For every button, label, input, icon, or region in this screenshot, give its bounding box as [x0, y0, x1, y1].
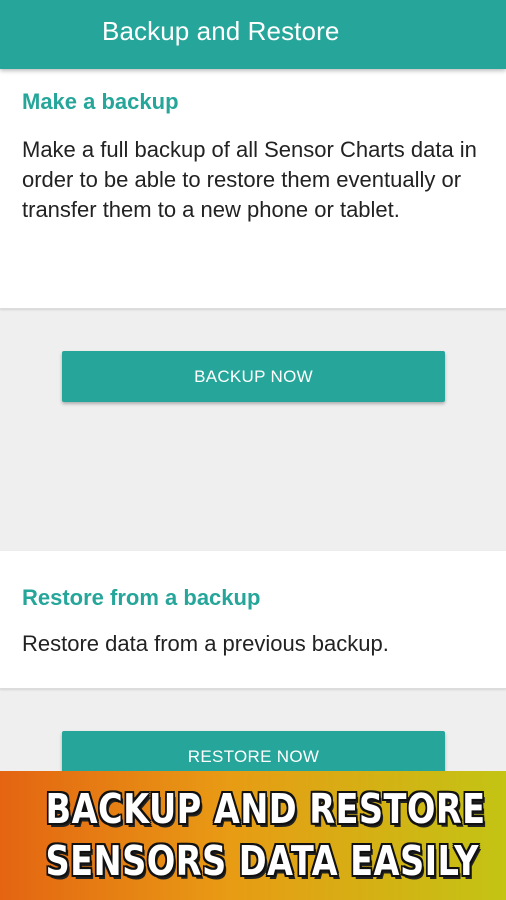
backup-description: Make a full backup of all Sensor Charts … — [22, 137, 477, 222]
restore-heading: Restore from a backup — [22, 585, 261, 610]
promo-banner: BACKUP AND RESTORE SENSORS DATA EASILY — [0, 771, 506, 900]
backup-card: Make a backup Make a full backup of all … — [0, 69, 506, 309]
backup-heading: Make a backup — [22, 89, 179, 114]
app-bar: Backup and Restore — [0, 0, 506, 69]
app-bar-title: Backup and Restore — [102, 16, 340, 46]
promo-headline-line-2: SENSORS DATA EASILY — [45, 837, 479, 885]
restore-description: Restore data from a previous backup. — [22, 631, 389, 656]
backup-now-button[interactable]: BACKUP NOW — [62, 351, 445, 402]
promo-headline-line-1: BACKUP AND RESTORE — [45, 785, 486, 833]
restore-card: Restore from a backup Restore data from … — [0, 551, 506, 689]
